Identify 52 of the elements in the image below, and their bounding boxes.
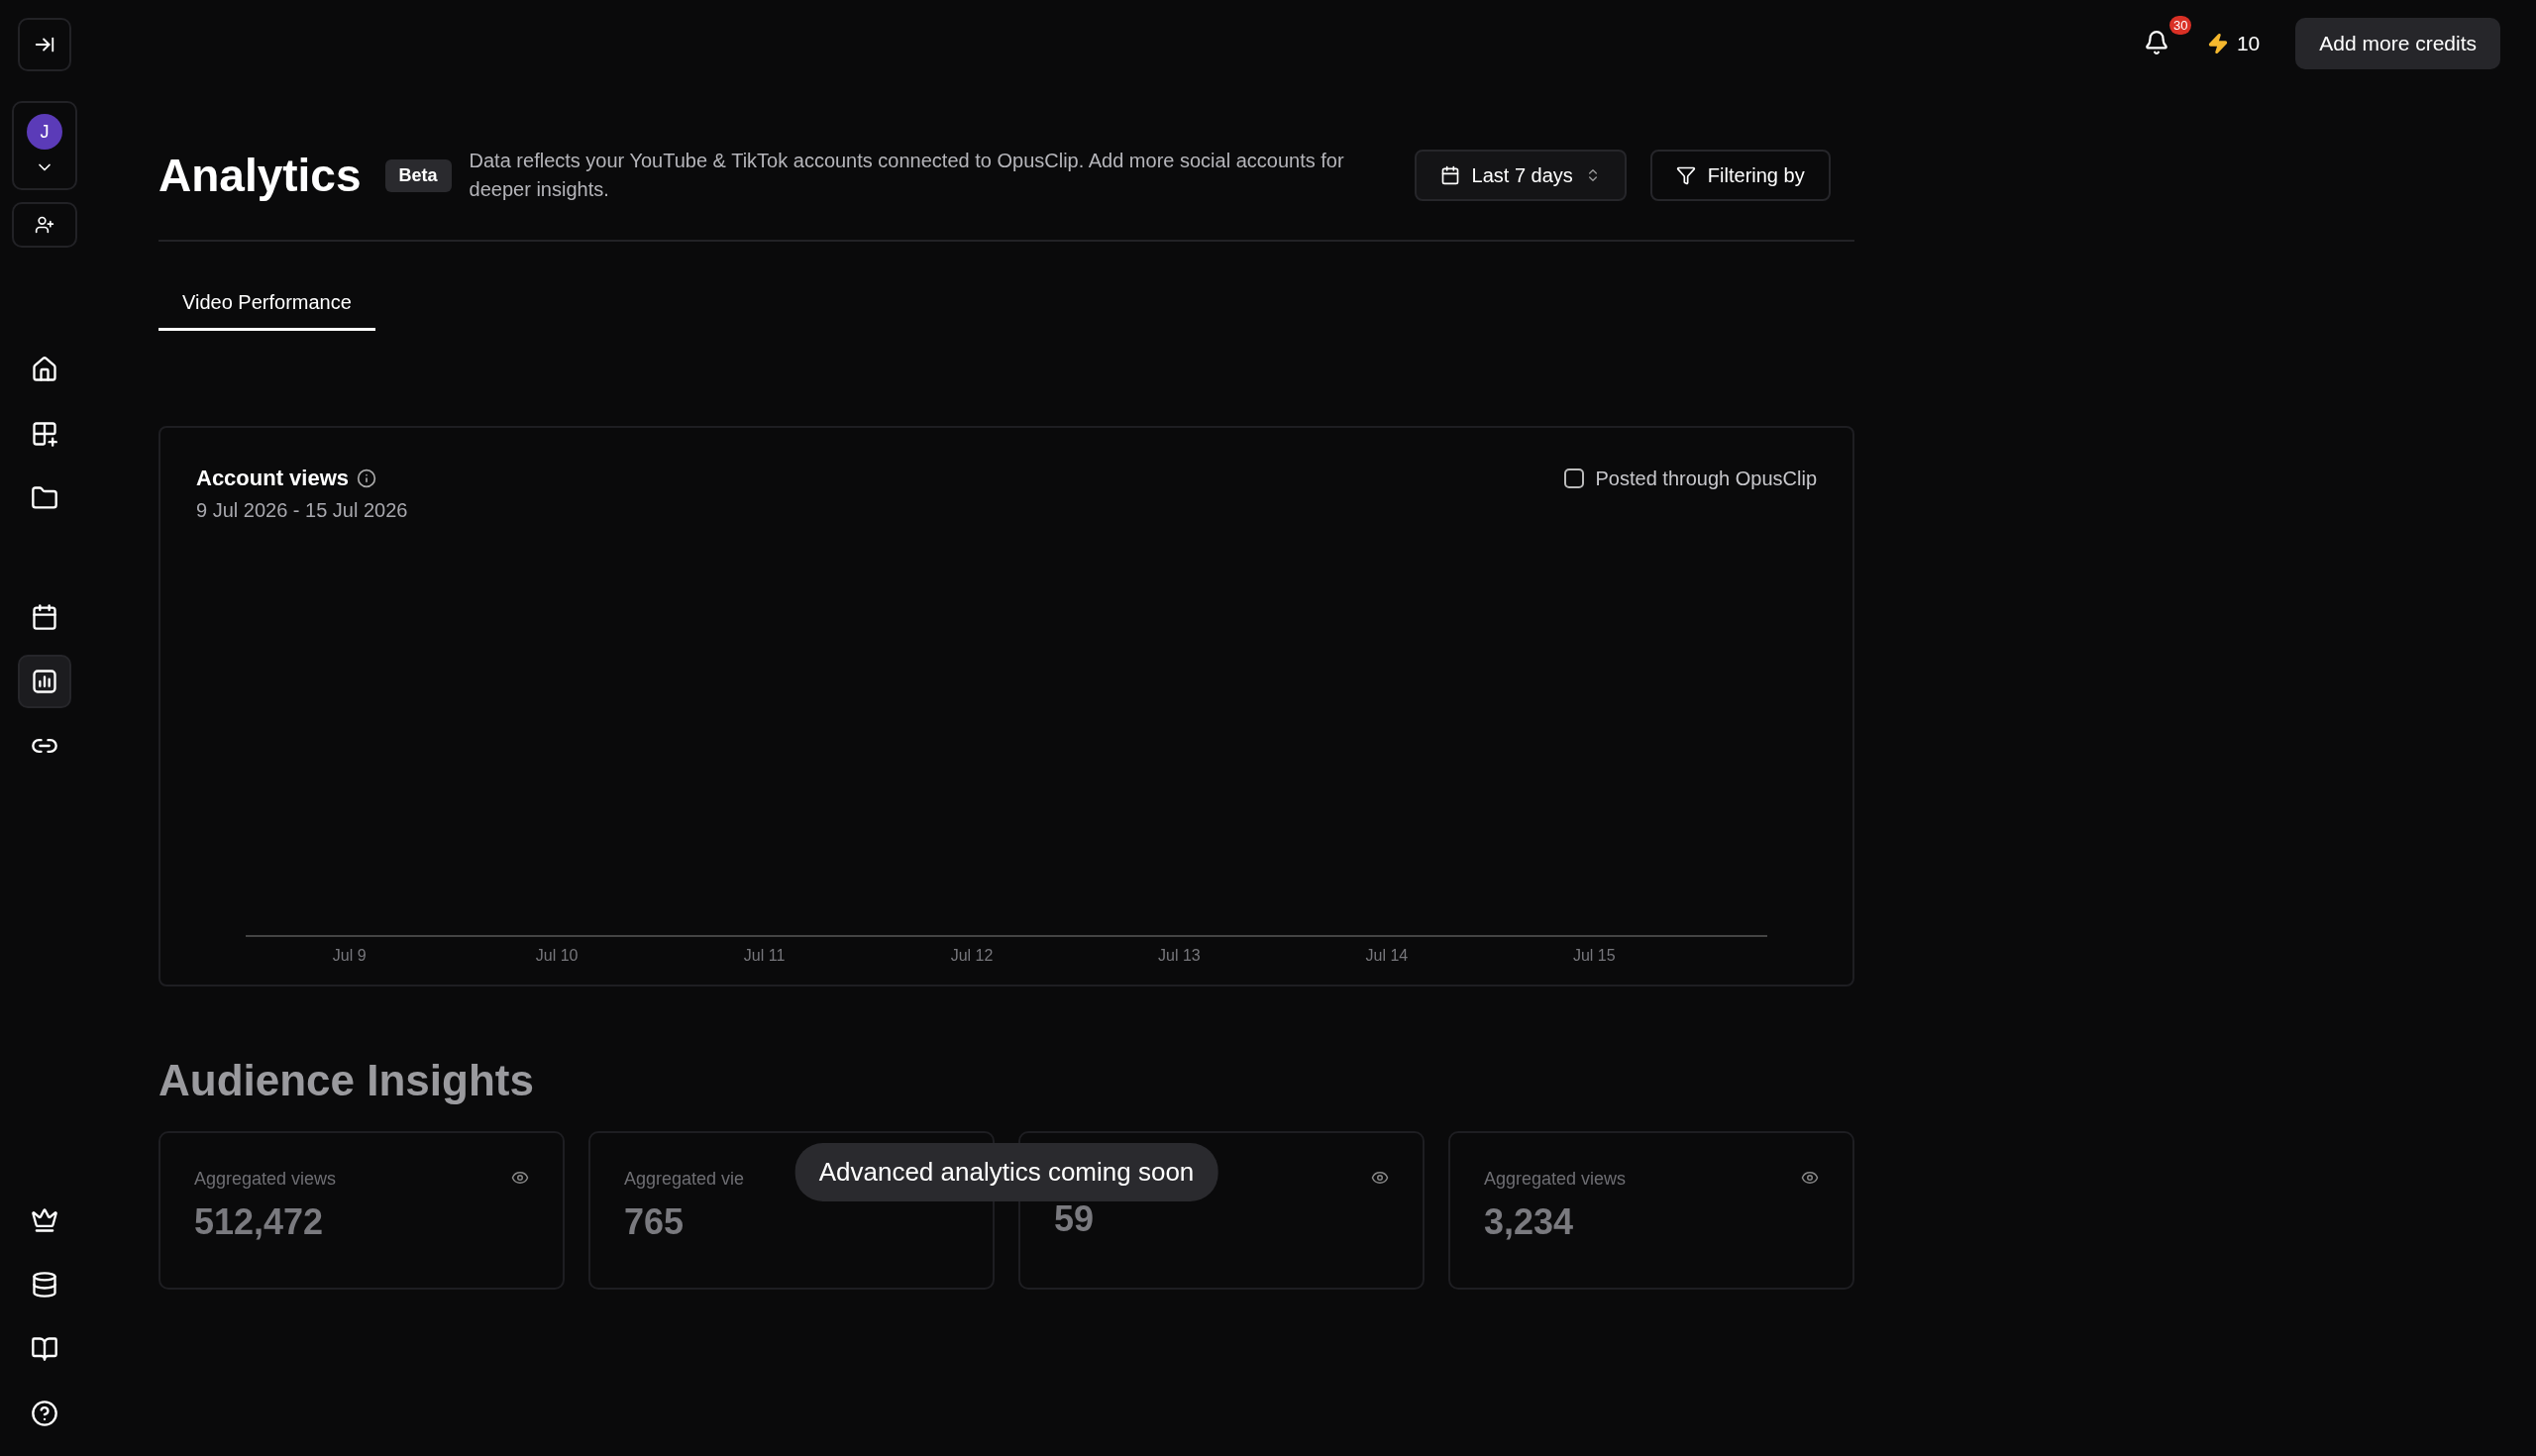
date-range-text: 9 Jul 2026 - 15 Jul 2026 [196,499,408,522]
expand-sidebar-button[interactable] [18,18,71,71]
checkbox-label: Posted through OpusClip [1595,467,1817,490]
metric-label: Aggregated views [1484,1169,1627,1190]
chart-title: Account views [196,466,350,491]
notification-count: 30 [2168,16,2192,35]
calendar-icon [1439,165,1460,185]
lightning-icon [2206,33,2229,54]
axis-label: Jul 12 [949,946,995,965]
coming-soon-tooltip: Advanced analytics coming soon [794,1143,1218,1201]
bar-chart-icon [31,668,58,695]
info-icon [357,468,377,488]
metric-label: Aggregated views [194,1169,337,1190]
tab[interactable]: Video Performance [158,291,375,331]
metric-value: 512,472 [194,1201,325,1243]
axis-label: Jul 11 [742,946,787,965]
axis-label: Jul 10 [534,946,580,965]
metric-value: 765 [624,1201,686,1243]
funnel-icon [1675,165,1696,185]
filter-button[interactable]: Filtering by [1649,150,1831,201]
grid-plus-icon [31,420,58,448]
help-icon [31,1400,58,1427]
home-icon [31,356,58,383]
bell-icon[interactable] [2143,30,2169,55]
eye-icon [511,1169,529,1187]
calendar-icon [31,603,58,631]
credits-count: 10 [2236,32,2261,55]
metric-label: Aggregated vie [624,1169,745,1190]
axis-label: Jul 13 [1157,946,1202,965]
eye-icon [1371,1169,1389,1187]
user-plus-icon [35,215,54,235]
eye-icon [1801,1169,1819,1187]
avatar: J [27,114,62,150]
crown-icon [31,1206,58,1234]
database-icon [31,1271,58,1299]
date-range-select[interactable]: Last 7 days [1414,150,1627,201]
book-icon [31,1335,58,1363]
folder-icon [31,484,58,512]
axis-label: Jul 15 [1571,946,1617,965]
beta-badge: Beta [384,158,452,192]
page-title: Analytics [158,149,362,202]
axis-label: Jul 14 [1364,946,1410,965]
metric-value: 3,234 [1484,1201,1575,1243]
nav-button[interactable] [18,655,71,708]
section-title: Audience Insights [158,1056,535,1105]
description: Data reflects your YouTube & TikTok accounts connected to OpusClip. Add more social accounts for deeper insights. [469,149,1345,202]
checkbox[interactable] [1563,468,1584,488]
add-member-button[interactable] [12,202,77,248]
metric-value: 59 [1054,1198,1096,1240]
account-switcher[interactable]: J [12,101,77,190]
axis-label: Jul 9 [331,946,368,965]
add-credits-button[interactable]: Add more credits [2295,18,2500,69]
